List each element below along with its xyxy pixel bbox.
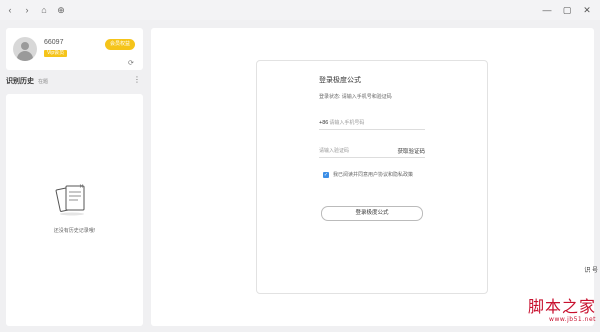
- code-field: 获取验证码: [319, 145, 425, 158]
- history-header: 识别历史 在题 ⋮: [6, 74, 143, 88]
- login-card: 登录极度公式 登录状态: 请输入手机号和验证码 +86 获取验证码 ✓ 我已阅读…: [256, 60, 488, 294]
- phone-prefix[interactable]: +86: [319, 120, 328, 126]
- more-options-icon[interactable]: ⋮: [133, 75, 141, 85]
- svg-text:×: ×: [79, 183, 84, 190]
- watermark-text: 脚本之家: [527, 297, 596, 316]
- agreement-checkbox[interactable]: ✓: [323, 171, 329, 178]
- member-benefits-button[interactable]: 会员权益: [104, 39, 135, 50]
- window-controls: — ▢ ✕: [540, 3, 594, 17]
- back-icon[interactable]: ‹: [3, 3, 17, 17]
- get-code-button[interactable]: 获取验证码: [397, 147, 425, 155]
- verification-code-input[interactable]: [319, 146, 399, 156]
- minimize-icon[interactable]: —: [540, 3, 554, 17]
- home-icon[interactable]: ⌂: [37, 3, 51, 17]
- agreement-text: 我已阅读并同意用户协议和隐私政策: [333, 172, 414, 178]
- watermark: 脚本之家 www.jb51.net: [492, 298, 596, 328]
- login-subtitle: 登录状态: 请输入手机号和验证码: [319, 94, 392, 100]
- side-mark: 识 号: [584, 268, 598, 274]
- phone-input[interactable]: [329, 118, 410, 128]
- maximize-icon[interactable]: ▢: [560, 3, 574, 17]
- user-id: 66097: [44, 39, 64, 46]
- agreement-row: ✓ 我已阅读并同意用户协议和隐私政策: [323, 171, 413, 178]
- empty-documents-icon: ×: [55, 183, 85, 216]
- phone-field: +86: [319, 117, 425, 130]
- login-title: 登录极度公式: [319, 77, 361, 84]
- history-subtitle: 在题: [38, 78, 49, 85]
- forward-icon[interactable]: ›: [20, 3, 34, 17]
- login-button[interactable]: 登录极度公式: [321, 206, 423, 221]
- history-title: 识别历史: [6, 78, 34, 85]
- title-bar: ‹ › ⌂ ⊕ — ▢ ✕: [0, 0, 600, 20]
- watermark-url: www.jb51.net: [549, 316, 596, 323]
- close-icon[interactable]: ✕: [580, 3, 594, 17]
- empty-history-text: 还没有历史记录哦!: [53, 228, 96, 234]
- user-card: 66097 Vip会员 会员权益 ⟳: [6, 28, 143, 70]
- refresh-icon[interactable]: ⊕: [54, 3, 68, 17]
- vip-badge: Vip会员: [44, 50, 68, 57]
- avatar[interactable]: [13, 37, 37, 61]
- sync-icon[interactable]: ⟳: [128, 60, 136, 68]
- history-panel: × 还没有历史记录哦!: [6, 94, 143, 326]
